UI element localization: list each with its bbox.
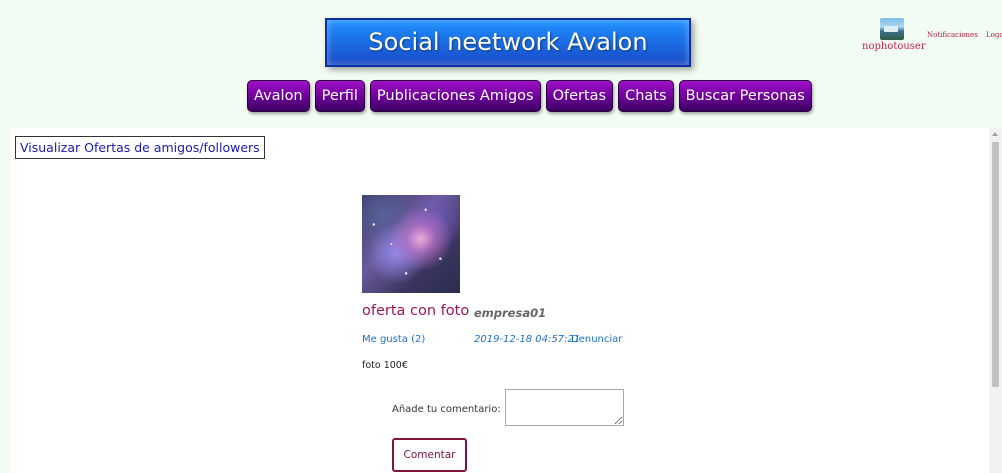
scroll-up-arrow-icon[interactable]	[992, 132, 998, 136]
avatar[interactable]	[880, 18, 904, 40]
offer-description: foto 100€	[362, 360, 408, 371]
scroll-thumb[interactable]	[992, 142, 999, 387]
nav-avalon-button[interactable]: Avalon	[247, 80, 310, 112]
main-nav: Avalon Perfil Publicaciones Amigos Ofert…	[247, 80, 812, 112]
offer-company: empresa01	[474, 306, 547, 320]
nav-perfil-button[interactable]: Perfil	[314, 80, 365, 112]
scrollbar[interactable]	[989, 128, 1002, 473]
user-box[interactable]: nophotouser	[862, 18, 926, 52]
view-offers-button[interactable]: Visualizar Ofertas de amigos/followers	[15, 136, 265, 159]
logout-link[interactable]: Logout	[986, 31, 1002, 39]
top-links: Notificaciones Logout	[927, 31, 1002, 39]
nav-ofertas-button[interactable]: Ofertas	[545, 80, 614, 112]
comment-input[interactable]	[505, 389, 624, 426]
offer-title: oferta con foto	[362, 303, 470, 319]
comment-label: Añade tu comentario:	[392, 404, 501, 415]
offer-image	[362, 195, 460, 293]
username[interactable]: nophotouser	[862, 41, 926, 52]
comment-button[interactable]: Comentar	[392, 438, 467, 472]
nav-buscar-button[interactable]: Buscar Personas	[678, 80, 812, 112]
like-link[interactable]: Me gusta (2)	[362, 334, 425, 345]
header: Social neetwork Avalon Avalon Perfil Pub…	[0, 0, 1002, 128]
site-title: Social neetwork Avalon	[325, 18, 691, 67]
main-content: Visualizar Ofertas de amigos/followers o…	[10, 128, 1002, 473]
nav-chats-button[interactable]: Chats	[618, 80, 674, 112]
nav-publicaciones-button[interactable]: Publicaciones Amigos	[369, 80, 541, 112]
report-link[interactable]: Denunciar	[571, 334, 622, 345]
offer-date: 2019-12-18 04:57:21	[474, 334, 581, 345]
notifications-link[interactable]: Notificaciones	[927, 31, 978, 39]
